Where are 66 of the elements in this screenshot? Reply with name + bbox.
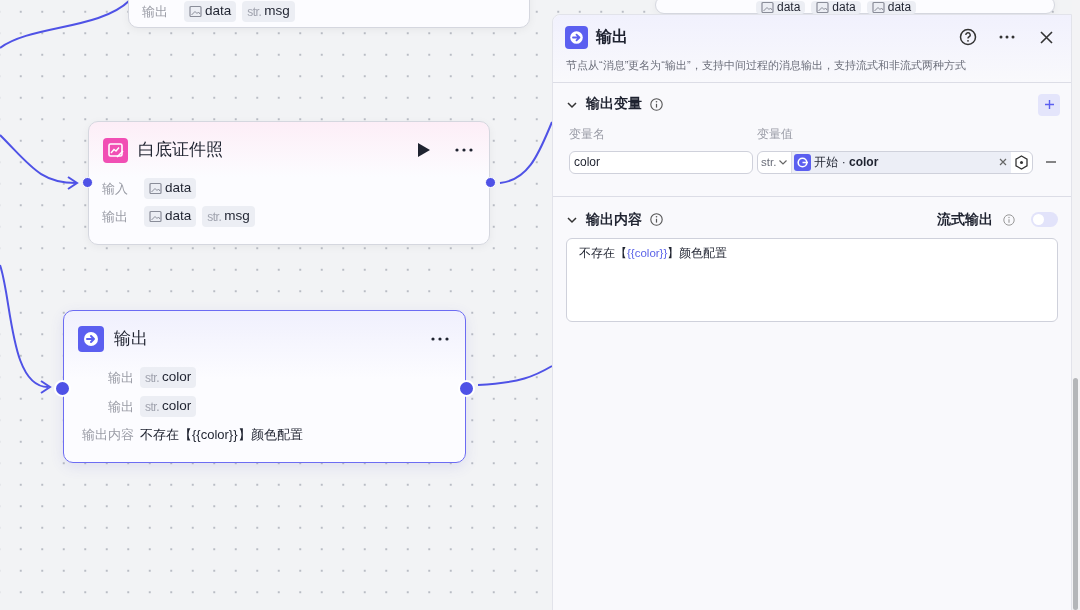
photo-edit-icon: [103, 137, 128, 163]
plus-icon: [1043, 99, 1055, 110]
tag-name: color: [162, 368, 192, 387]
variable-name-field[interactable]: color: [569, 150, 753, 174]
type-label: str.: [207, 208, 222, 226]
tag-name: data: [205, 2, 232, 21]
toggle-label: 流式输出: [937, 210, 993, 229]
type-label: str.: [145, 398, 159, 416]
output-port[interactable]: [458, 380, 475, 397]
output-port[interactable]: [485, 177, 496, 188]
tag-name: data: [887, 1, 912, 14]
type-label: str.: [247, 3, 262, 21]
field-label: 输入: [102, 179, 129, 198]
tag-name: msg: [264, 2, 290, 21]
image-icon: [149, 210, 162, 223]
input-port[interactable]: [82, 177, 93, 188]
section-title: 输出内容: [586, 210, 642, 229]
connector-line: [499, 121, 553, 184]
stream-toggle[interactable]: [1031, 212, 1058, 228]
info-icon: [650, 213, 663, 227]
info-icon: [1003, 213, 1015, 226]
help-icon[interactable]: [959, 28, 977, 46]
field-label: 输出: [107, 397, 134, 416]
node-title: 输出: [114, 328, 149, 351]
tag-name: msg: [224, 207, 250, 226]
scroll-thumb[interactable]: [1073, 378, 1078, 610]
close-icon[interactable]: [1040, 30, 1053, 44]
column-header: 变量值: [757, 126, 793, 142]
play-icon[interactable]: [417, 142, 431, 158]
column-header: 变量名: [569, 126, 606, 142]
image-icon: [816, 1, 830, 14]
field-label: 输出: [107, 368, 134, 387]
field-label: 输出内容: [81, 426, 134, 444]
image-icon: [149, 182, 162, 195]
field-label: 输出: [102, 207, 129, 226]
more-icon[interactable]: [999, 35, 1015, 39]
add-button[interactable]: [1038, 93, 1060, 116]
type-label: str.: [145, 369, 159, 387]
info-icon: [650, 98, 663, 111]
workflow-node[interactable]: 输出 data str. msg: [128, 0, 530, 28]
panel-description: 节点从“消息”更名为“输出”，支持中间过程的消息输出，支持流式和非流式两种方式: [565, 58, 967, 73]
input-port[interactable]: [54, 380, 71, 397]
variable-value-field[interactable]: str. 开始 · color: [757, 150, 1033, 174]
image-icon: [871, 1, 885, 14]
node-title: 白底证件照: [138, 139, 224, 162]
clear-icon[interactable]: [999, 158, 1007, 167]
field-label: 输出: [142, 2, 169, 21]
content-editor[interactable]: 不存在【{{color}}】颜色配置: [566, 238, 1058, 322]
tag-name: data: [165, 179, 192, 198]
more-icon[interactable]: [431, 337, 449, 341]
variable-reference: 开始 · color: [814, 154, 880, 172]
tag-name: color: [162, 397, 192, 416]
tag-name: data: [832, 1, 856, 14]
panel-title: 输出: [596, 27, 629, 47]
content-text: 不存在【{{color}}】颜色配置: [140, 426, 303, 444]
workflow-node[interactable]: 白底证件照 输入 data 输出 data str. msg: [88, 121, 490, 245]
image-icon: [189, 5, 202, 18]
start-node-icon: [794, 153, 812, 171]
editor-text: 不存在【{{color}}】颜色配置: [579, 247, 728, 259]
section-title: 输出变量: [586, 95, 642, 114]
tag-name: data: [777, 1, 801, 14]
more-icon[interactable]: [455, 148, 473, 152]
workflow-node[interactable]: 输出 输出 str. color 输出 str. color 输出内容 不存在【{{color}}】颜色配置: [63, 310, 466, 463]
tag-name: data: [165, 207, 192, 226]
image-icon: [761, 1, 774, 14]
workflow-node[interactable]: data data data: [655, 0, 1055, 14]
